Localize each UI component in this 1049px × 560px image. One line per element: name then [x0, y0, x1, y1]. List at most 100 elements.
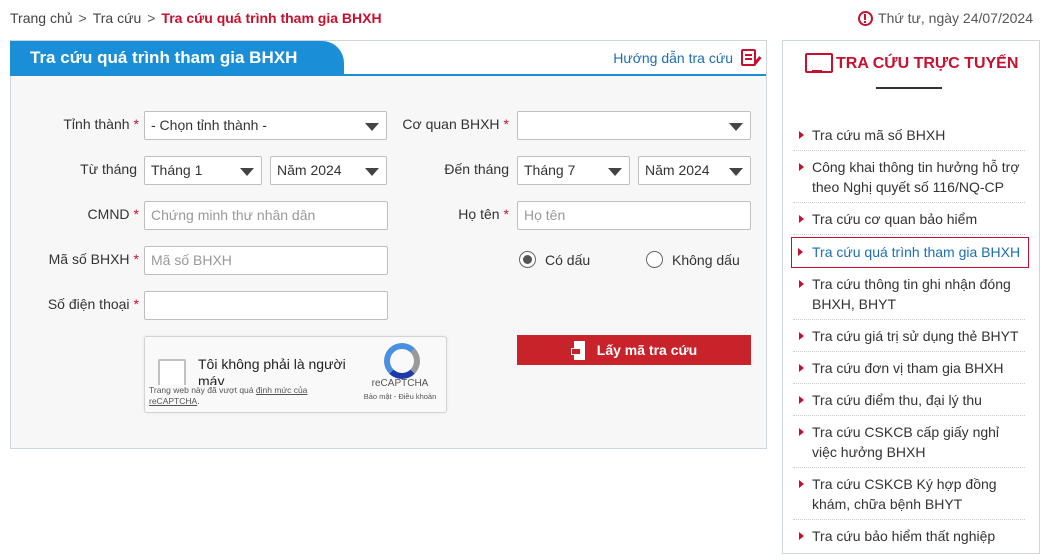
phone-input[interactable]: [144, 291, 388, 320]
full-name-label: Họ tên *: [381, 206, 509, 222]
form-title: Tra cứu quá trình tham gia BHXH: [10, 41, 344, 76]
triangle-bullet-icon: [799, 332, 804, 340]
required-mark: *: [133, 206, 139, 222]
radio-without-accent-label: Không dấu: [672, 251, 740, 268]
sidebar-menu-item[interactable]: Tra cứu quá trình tham gia BHXH: [791, 237, 1029, 268]
to-year-select[interactable]: Năm 2024: [638, 156, 751, 185]
triangle-bullet-icon: [798, 248, 803, 256]
radio-selected-icon[interactable]: [519, 251, 536, 268]
sidebar-menu-item-label: Tra cứu cơ quan bảo hiểm: [812, 211, 978, 227]
sidebar-menu-item[interactable]: Tra cứu CSKCB Ký hợp đồng khám, chữa bện…: [793, 470, 1025, 520]
breadcrumb-home[interactable]: Trang chủ: [10, 10, 73, 26]
triangle-bullet-icon: [799, 532, 804, 540]
province-label: Tỉnh thành *: [31, 116, 139, 132]
chevron-down-icon: [365, 168, 379, 176]
agency-select[interactable]: [517, 111, 751, 140]
triangle-bullet-icon: [799, 163, 804, 171]
chevron-down-icon: [240, 168, 254, 176]
full-name-input[interactable]: Họ tên: [517, 201, 751, 230]
sidebar-menu-item-label: Tra cứu CSKCB cấp giấy nghỉ việc hưởng B…: [812, 424, 1000, 460]
agency-label-text: Cơ quan BHXH: [402, 116, 500, 132]
required-mark: *: [503, 206, 509, 222]
guide-link-label[interactable]: Hướng dẫn tra cứu: [613, 50, 733, 66]
to-year-value: Năm 2024: [645, 162, 710, 178]
to-month-select[interactable]: Tháng 7: [517, 156, 630, 185]
bhxh-number-label: Mã số BHXH *: [31, 251, 139, 267]
phone-label-text: Số điện thoại: [47, 296, 130, 312]
from-year-select[interactable]: Năm 2024: [270, 156, 387, 185]
recaptcha-privacy-terms[interactable]: Bảo mật - Điều khoản: [350, 392, 450, 401]
recaptcha-checkbox[interactable]: [158, 359, 186, 387]
chevron-down-icon: [729, 168, 743, 176]
triangle-bullet-icon: [799, 215, 804, 223]
sign-in-door-icon: [570, 340, 588, 360]
alert-clock-icon: [858, 10, 874, 26]
id-number-label: CMND *: [31, 206, 139, 222]
province-label-text: Tỉnh thành: [63, 116, 130, 132]
get-lookup-code-label: Lấy mã tra cứu: [596, 342, 698, 358]
lookup-form-panel: Tra cứu quá trình tham gia BHXH Hướng dẫ…: [10, 40, 767, 449]
radio-unselected-icon[interactable]: [646, 251, 663, 268]
required-mark: *: [133, 116, 139, 132]
sidebar-menu-item-label: Công khai thông tin hưởng hỗ trợ theo Ng…: [812, 159, 1020, 195]
sidebar-divider: [876, 87, 942, 89]
sidebar-title: TRA CỨU TRỰC TUYẾN: [805, 53, 1018, 74]
sidebar-menu-item[interactable]: Tra cứu CSKCB cấp giấy nghỉ việc hưởng B…: [793, 418, 1025, 468]
radio-without-accent[interactable]: Không dấu: [646, 251, 740, 268]
sidebar-menu-item-label: Tra cứu quá trình tham gia BHXH: [812, 244, 1021, 260]
breadcrumb-separator: >: [147, 10, 156, 26]
province-select[interactable]: - Chọn tỉnh thành -: [144, 111, 387, 140]
get-lookup-code-button[interactable]: Lấy mã tra cứu: [517, 335, 751, 365]
sidebar-menu-item[interactable]: Công khai thông tin hưởng hỗ trợ theo Ng…: [793, 153, 1025, 203]
sidebar-menu-item[interactable]: Tra cứu thông tin ghi nhận đóng BHXH, BH…: [793, 270, 1025, 320]
from-year-value: Năm 2024: [277, 162, 342, 178]
sidebar-menu-item-label: Tra cứu giá trị sử dụng thẻ BHYT: [812, 328, 1019, 344]
breadcrumb-separator: >: [78, 10, 87, 26]
edit-document-icon[interactable]: [741, 49, 756, 66]
sidebar-menu-item-label: Tra cứu đơn vị tham gia BHXH: [812, 360, 1004, 376]
from-month-label: Từ tháng: [80, 161, 137, 177]
recaptcha-quota-note: Trang web này đã vượt quá định mức của r…: [149, 385, 334, 407]
required-mark: *: [133, 296, 139, 312]
required-mark: *: [503, 116, 509, 132]
sidebar-menu-item[interactable]: Tra cứu điểm thu, đại lý thu: [793, 386, 1025, 416]
recaptcha-widget: Tôi không phải là người máy Trang web nà…: [144, 336, 447, 413]
guide-link[interactable]: Hướng dẫn tra cứu: [613, 49, 756, 66]
recaptcha-note-text: Trang web này đã vượt quá: [149, 385, 254, 395]
to-month-label: Đến tháng: [444, 161, 509, 177]
date-text: Thứ tư, ngày 24/07/2024: [878, 10, 1033, 26]
triangle-bullet-icon: [799, 280, 804, 288]
sidebar-menu-item[interactable]: Tra cứu đơn vị tham gia BHXH: [793, 354, 1025, 384]
province-select-value: - Chọn tỉnh thành -: [151, 117, 267, 133]
monitor-check-icon: [805, 53, 833, 74]
radio-with-accent[interactable]: Có dấu: [519, 251, 590, 268]
id-number-label-text: CMND: [87, 206, 130, 222]
radio-with-accent-label: Có dấu: [545, 251, 591, 268]
breadcrumb: Trang chủ > Tra cứu > Tra cứu quá trình tham…: [10, 10, 382, 26]
chevron-down-icon: [365, 123, 379, 131]
from-month-select[interactable]: Tháng 1: [144, 156, 262, 185]
from-month-value: Tháng 1: [151, 162, 203, 178]
bhxh-number-input[interactable]: Mã số BHXH: [144, 246, 388, 275]
breadcrumb-current: Tra cứu quá trình tham gia BHXH: [161, 10, 382, 26]
breadcrumb-section[interactable]: Tra cứu: [93, 10, 142, 26]
sidebar-menu-item[interactable]: Tra cứu bảo hiểm thất nghiệp: [793, 522, 1025, 551]
agency-label: Cơ quan BHXH *: [381, 116, 509, 132]
sidebar-menu-item[interactable]: Tra cứu giá trị sử dụng thẻ BHYT: [793, 322, 1025, 352]
sidebar-menu-item-label: Tra cứu bảo hiểm thất nghiệp: [812, 528, 996, 544]
triangle-bullet-icon: [799, 131, 804, 139]
phone-label: Số điện thoại *: [31, 296, 139, 312]
sidebar-title-text: TRA CỨU TRỰC TUYẾN: [836, 54, 1019, 72]
triangle-bullet-icon: [799, 364, 804, 372]
sidebar-menu-item[interactable]: Tra cứu mã số BHXH: [793, 121, 1025, 151]
bhxh-number-label-text: Mã số BHXH: [48, 251, 130, 267]
to-month-value: Tháng 7: [524, 162, 576, 178]
chevron-down-icon: [729, 123, 743, 131]
sidebar-menu-item-label: Tra cứu điểm thu, đại lý thu: [812, 392, 982, 408]
sidebar-menu-item-label: Tra cứu thông tin ghi nhận đóng BHXH, BH…: [812, 276, 1011, 312]
sidebar-menu: Tra cứu mã số BHXH Công khai thông tin hư…: [791, 121, 1029, 553]
sidebar-menu-item-label: Tra cứu mã số BHXH: [812, 127, 946, 143]
id-number-input[interactable]: Chứng minh thư nhân dân: [144, 201, 388, 230]
online-lookup-sidebar: TRA CỨU TRỰC TUYẾN Tra cứu mã số BHXH Côn…: [782, 40, 1040, 554]
sidebar-menu-item[interactable]: Tra cứu cơ quan bảo hiểm: [793, 205, 1025, 235]
